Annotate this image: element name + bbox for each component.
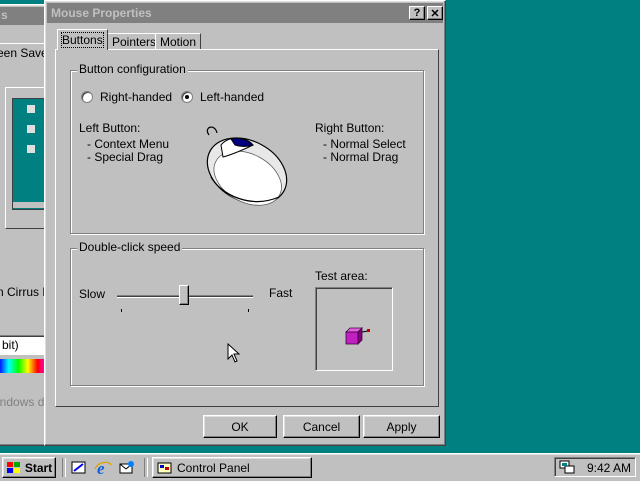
ok-button[interactable]: OK xyxy=(203,415,277,438)
right-handed-radio[interactable] xyxy=(81,91,93,103)
cancel-label: Cancel xyxy=(302,419,341,434)
slider-tick xyxy=(121,309,122,312)
apply-label: Apply xyxy=(386,419,417,434)
control-panel-icon xyxy=(157,462,172,473)
button-configuration-legend: Button configuration xyxy=(77,62,188,76)
close-button[interactable]: ✕ xyxy=(427,6,443,20)
monitor-icon xyxy=(27,125,35,133)
internet-explorer-icon: e xyxy=(94,459,112,478)
radio-selected-dot xyxy=(185,95,189,99)
tab-page: Button configuration Right-handed Left-h… xyxy=(55,49,439,407)
monitor-icon xyxy=(27,145,35,153)
task-separator xyxy=(144,458,148,477)
monitor-icon xyxy=(27,105,35,113)
background-tab-label: een Save xyxy=(0,46,48,60)
color-spectrum-bar xyxy=(0,359,47,373)
left-handed-radio[interactable] xyxy=(181,91,193,103)
background-footer-text: indows d xyxy=(0,395,45,409)
task-control-panel-label: Control Panel xyxy=(177,460,250,475)
color-palette-value: bit) xyxy=(2,338,19,352)
close-icon: ✕ xyxy=(430,7,440,20)
right-button-item: - Normal Drag xyxy=(323,150,399,164)
tab-pointers-label: Pointers xyxy=(112,35,157,49)
mouse-properties-dialog: Mouse Properties ? ✕ Buttons Pointers Mo… xyxy=(44,0,446,446)
jack-in-the-box-icon xyxy=(345,327,370,345)
tab-motion-label: Motion xyxy=(160,35,197,49)
tab-pointers[interactable]: Pointers xyxy=(107,33,162,50)
apply-button[interactable]: Apply xyxy=(363,415,440,438)
double-click-legend: Double-click speed xyxy=(77,240,183,254)
quicklaunch-desktop[interactable] xyxy=(70,459,88,477)
tab-buttons-label: Buttons xyxy=(61,32,104,48)
double-click-speed-group: Double-click speed Slow Fast Test area: xyxy=(70,240,424,386)
color-palette-select[interactable]: bit) xyxy=(0,335,47,355)
taskbar: Start e Control Panel 9:42 AM xyxy=(0,453,640,481)
test-area-label: Test area: xyxy=(315,269,368,283)
left-button-title: Left Button: xyxy=(79,121,141,135)
left-button-item: - Context Menu xyxy=(87,137,170,151)
monitor-preview xyxy=(5,87,49,229)
quicklaunch-ie[interactable]: e xyxy=(94,459,112,478)
help-button[interactable]: ? xyxy=(409,6,425,20)
cancel-button[interactable]: Cancel xyxy=(283,415,360,438)
quicklaunch-separator xyxy=(62,458,66,477)
speed-slider[interactable] xyxy=(117,285,253,315)
dialog-title: Mouse Properties xyxy=(51,6,152,20)
ok-label: OK xyxy=(231,419,249,434)
monitor-taskbar xyxy=(13,202,47,208)
dialog-titlebar[interactable]: Mouse Properties ? ✕ xyxy=(47,3,443,23)
show-desktop-icon xyxy=(71,461,86,474)
mouse-pointer-icon xyxy=(227,343,241,363)
tab-buttons[interactable]: Buttons xyxy=(57,29,108,50)
right-button-title: Right Button: xyxy=(315,121,385,135)
outlook-express-icon xyxy=(119,461,134,474)
quicklaunch-outlook[interactable] xyxy=(118,459,136,477)
tab-motion[interactable]: Motion xyxy=(155,33,202,50)
mouse-icon xyxy=(206,126,288,206)
svg-text:e: e xyxy=(97,459,105,477)
slider-thumb[interactable] xyxy=(179,285,189,305)
system-tray: 9:42 AM xyxy=(554,457,636,477)
slow-label: Slow xyxy=(79,287,106,301)
help-icon: ? xyxy=(413,7,421,19)
right-button-item: - Normal Select xyxy=(323,137,406,151)
slider-tick xyxy=(248,309,249,312)
background-title-fragment: s xyxy=(1,8,8,22)
left-button-item: - Special Drag xyxy=(87,150,164,164)
right-handed-label[interactable]: Right-handed xyxy=(100,90,172,104)
task-control-panel[interactable]: Control Panel xyxy=(152,457,312,478)
monitor-screen xyxy=(12,98,48,210)
background-tab[interactable]: een Save xyxy=(0,43,49,62)
tray-network-icon[interactable] xyxy=(559,460,575,475)
left-handed-label[interactable]: Left-handed xyxy=(200,90,264,104)
button-configuration-group: Button configuration Right-handed Left-h… xyxy=(70,62,424,234)
tray-clock[interactable]: 9:42 AM xyxy=(587,461,631,475)
start-label: Start xyxy=(24,460,53,475)
windows-logo-icon xyxy=(6,461,20,473)
start-button[interactable]: Start xyxy=(2,457,56,478)
fast-label: Fast xyxy=(269,286,293,300)
test-area-box[interactable] xyxy=(315,287,393,371)
monitor-label: n Cirrus L xyxy=(0,285,50,299)
